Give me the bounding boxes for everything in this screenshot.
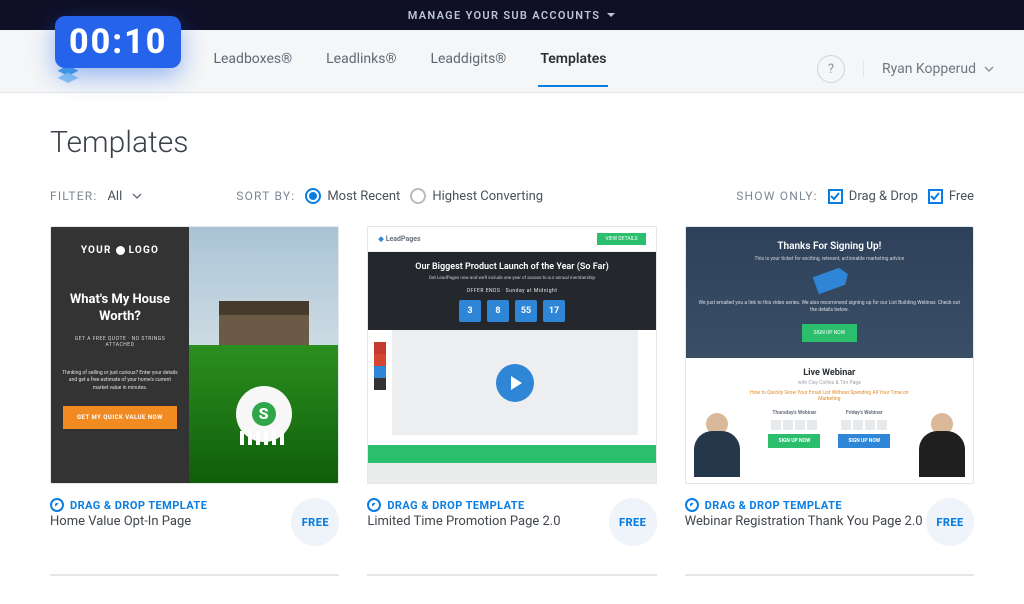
free-badge: FREE xyxy=(926,498,974,546)
check-label: Free xyxy=(949,189,974,204)
template-thumbnail[interactable]: YOURLOGO What's My House Worth? GET A FR… xyxy=(50,226,339,484)
filter-dropdown[interactable]: All xyxy=(107,189,142,204)
checkbox-icon xyxy=(928,189,943,204)
preview-host-line: with Clay Collins & Tim Page xyxy=(698,380,961,386)
check-label: Drag & Drop xyxy=(849,189,918,204)
preview-logo: YOURLOGO xyxy=(81,245,159,256)
value-badge-icon: S xyxy=(236,386,292,442)
preview-col-btn: SIGN UP NOW xyxy=(838,434,890,448)
filter-group: FILTER: All xyxy=(50,189,142,204)
dollar-icon: S xyxy=(252,402,276,426)
preview-col-label: Thursday's Webinar xyxy=(772,410,816,416)
preview-corner-cta: VIEW DETAILS xyxy=(597,233,645,245)
template-card: LeadPages VIEW DETAILS Our Biggest Produ… xyxy=(367,226,656,546)
banner-label: MANAGE YOUR SUB ACCOUNTS xyxy=(408,9,601,22)
person-icon xyxy=(686,413,748,483)
card-name: Home Value Opt-In Page xyxy=(50,514,207,529)
preview-col-btn: SIGN UP NOW xyxy=(768,434,820,448)
preview-countdown: 3 8 55 17 xyxy=(382,300,641,322)
preview-headline: Thanks For Signing Up! xyxy=(698,241,961,252)
filter-value: All xyxy=(107,189,122,204)
chevron-down-icon xyxy=(606,10,616,20)
preview-headline: Our Biggest Product Launch of the Year (… xyxy=(382,262,641,272)
sort-group: SORT BY: Most Recent Highest Converting xyxy=(236,188,543,204)
radio-icon xyxy=(410,188,426,204)
free-badge: FREE xyxy=(291,498,339,546)
card-name: Limited Time Promotion Page 2.0 xyxy=(367,514,560,529)
template-card: Thanks For Signing Up! This is your tick… xyxy=(685,226,974,546)
preview-sub: This is your ticket for exciting, releva… xyxy=(698,256,961,262)
preview-sub: Get LeadPages now and we'll include one … xyxy=(382,276,641,282)
preview-topic: How to Quickly Grow Your Email List With… xyxy=(739,390,919,402)
show-only-free[interactable]: Free xyxy=(928,189,974,204)
sort-highest-converting[interactable]: Highest Converting xyxy=(410,188,543,204)
chevron-down-icon xyxy=(984,64,994,74)
sort-most-recent[interactable]: Most Recent xyxy=(305,188,400,204)
preview-paragraph: Thinking of selling or just curious? Ent… xyxy=(61,370,179,393)
preview-live-webinar: Live Webinar xyxy=(698,368,961,378)
template-grid: YOURLOGO What's My House Worth? GET A FR… xyxy=(50,226,974,546)
show-only-label: SHOW ONLY: xyxy=(736,189,818,203)
card-tag: DRAG & DROP TEMPLATE xyxy=(70,499,207,512)
show-only-drag-drop[interactable]: Drag & Drop xyxy=(828,189,918,204)
person-icon xyxy=(911,413,973,483)
filter-bar: FILTER: All SORT BY: Most Recent Highest… xyxy=(50,188,974,204)
chevron-down-icon xyxy=(132,191,142,201)
tab-leadboxes[interactable]: Leadboxes® xyxy=(211,51,294,87)
sort-label: SORT BY: xyxy=(236,189,295,203)
checkbox-icon xyxy=(828,189,843,204)
play-icon xyxy=(496,364,534,402)
preview-cta-button: GET MY QUICK VALUE NOW xyxy=(63,406,177,429)
show-only-group: SHOW ONLY: Drag & Drop Free xyxy=(736,189,974,204)
help-button[interactable]: ? xyxy=(817,55,845,83)
template-card: YOURLOGO What's My House Worth? GET A FR… xyxy=(50,226,339,546)
timer-overlay: 00:10 xyxy=(55,16,181,68)
drag-drop-icon xyxy=(50,498,64,512)
share-icons xyxy=(374,342,386,390)
page-content: Templates FILTER: All SORT BY: Most Rece… xyxy=(0,93,1024,604)
preview-offer-ends: OFFER ENDS · Sunday at Midnight xyxy=(382,288,641,294)
tab-templates[interactable]: Templates xyxy=(538,51,608,87)
house-icon xyxy=(219,301,309,345)
preview-video xyxy=(392,330,637,435)
filter-label: FILTER: xyxy=(50,189,97,203)
card-name: Webinar Registration Thank You Page 2.0 xyxy=(685,514,923,529)
preview-sub: GET A FREE QUOTE · NO STRINGS ATTACHED xyxy=(61,336,179,348)
page-title: Templates xyxy=(50,125,974,160)
user-name: Ryan Kopperud xyxy=(882,61,976,77)
preview-col-label: Friday's Webinar xyxy=(846,410,883,416)
user-menu[interactable]: Ryan Kopperud xyxy=(863,61,994,77)
preview-cta-bar xyxy=(368,445,655,463)
radio-icon xyxy=(305,188,321,204)
card-tag: DRAG & DROP TEMPLATE xyxy=(705,499,842,512)
free-badge: FREE xyxy=(609,498,657,546)
tab-leadlinks[interactable]: Leadlinks® xyxy=(324,51,398,87)
drag-drop-icon xyxy=(685,498,699,512)
preview-cta-button: SIGN UP NOW xyxy=(802,324,858,342)
preview-paragraph: We just emailed you a link to this video… xyxy=(698,300,961,314)
preview-headline: What's My House Worth? xyxy=(61,292,179,326)
template-thumbnail[interactable]: Thanks For Signing Up! This is your tick… xyxy=(685,226,974,484)
sort-option-label: Highest Converting xyxy=(432,189,543,204)
drag-drop-icon xyxy=(367,498,381,512)
card-tag: DRAG & DROP TEMPLATE xyxy=(387,499,524,512)
tab-leaddigits[interactable]: Leaddigits® xyxy=(428,51,508,87)
sort-option-label: Most Recent xyxy=(327,189,400,204)
ticket-icon xyxy=(813,268,845,294)
preview-brand: LeadPages xyxy=(378,235,420,243)
template-thumbnail[interactable]: LeadPages VIEW DETAILS Our Biggest Produ… xyxy=(367,226,656,484)
